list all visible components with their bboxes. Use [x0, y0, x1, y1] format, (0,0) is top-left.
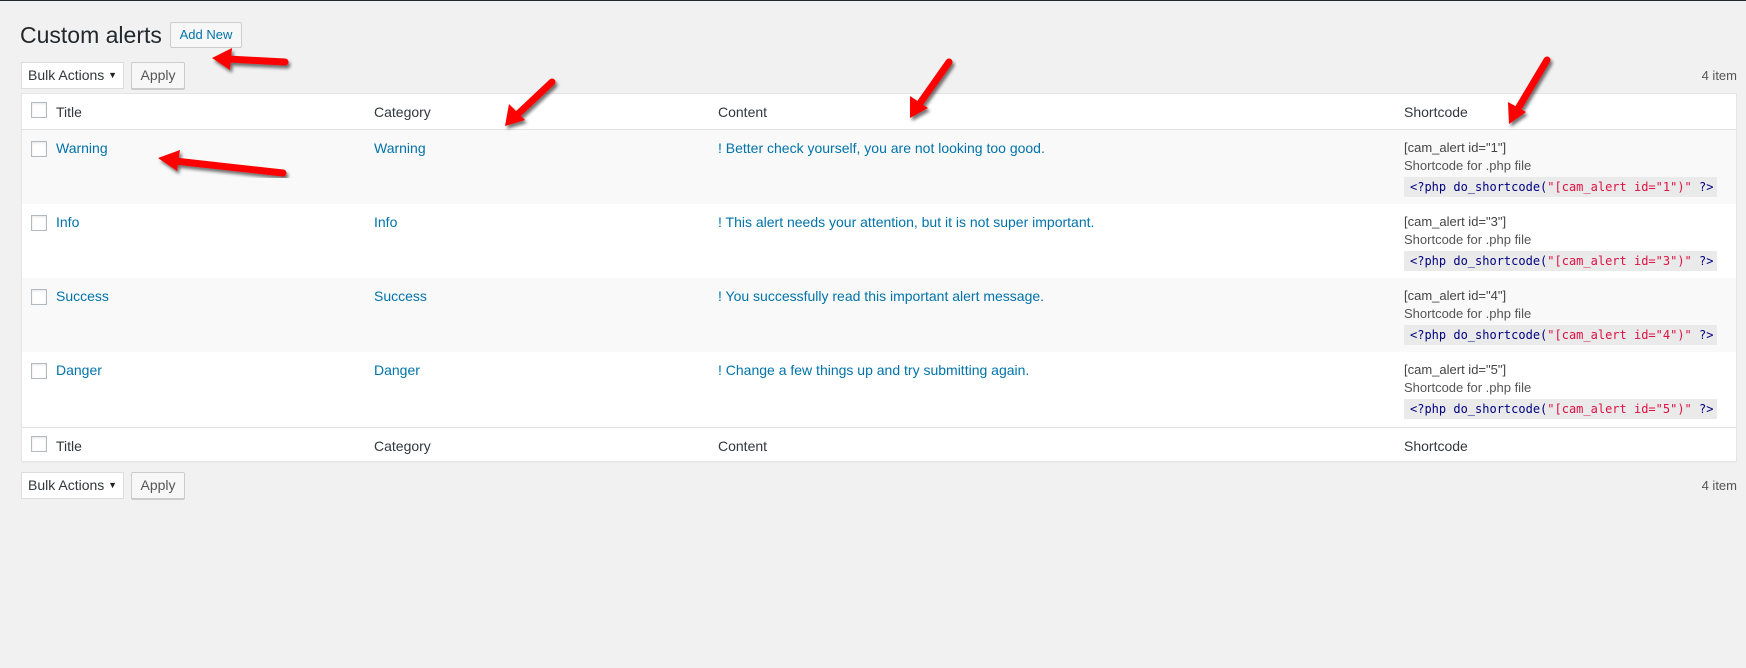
table-header: Title Category Content Shortcode: [22, 94, 1736, 130]
table-row: Info Info ! This alert needs your attentio…: [22, 204, 1736, 278]
row-checkbox[interactable]: [31, 289, 47, 305]
column-footer-title[interactable]: Title: [56, 437, 82, 455]
column-header-category: Category: [374, 104, 431, 120]
row-category-link[interactable]: Success: [374, 287, 427, 305]
alerts-table: Title Category Content Shortcode Warning…: [21, 93, 1737, 462]
dropdown-caret-icon: ▼: [108, 480, 117, 490]
column-footer-content: Content: [718, 438, 768, 454]
php-code-open: <?php do_shortcode(: [1410, 254, 1548, 268]
php-code-close: ?>: [1691, 180, 1714, 194]
row-shortcode-cell: [cam_alert id="1"] Shortcode for .php fil…: [1404, 139, 1718, 197]
item-count-bottom: 4 item: [1701, 478, 1737, 493]
row-shortcode-cell: [cam_alert id="4"] Shortcode for .php fil…: [1404, 287, 1718, 345]
row-title-link[interactable]: Warning: [56, 139, 108, 157]
row-title-link[interactable]: Danger: [56, 361, 102, 379]
php-code-close: ?>: [1691, 254, 1714, 268]
admin-top-bar: [0, 0, 1746, 1]
shortcode-text: [cam_alert id="4"]: [1404, 288, 1507, 303]
php-shortcode-code: <?php do_shortcode("[cam_alert id="5")" …: [1404, 399, 1718, 419]
shortcode-text: [cam_alert id="5"]: [1404, 362, 1507, 377]
dropdown-caret-icon: ▼: [108, 70, 117, 80]
row-content-link[interactable]: ! Better check yourself, you are not loo…: [718, 139, 1045, 157]
row-shortcode-cell: [cam_alert id="5"] Shortcode for .php fil…: [1404, 361, 1718, 419]
php-shortcode-label: Shortcode for .php file: [1404, 380, 1532, 395]
bulk-actions-select[interactable]: Bulk Actions ▼: [21, 62, 124, 89]
row-shortcode-cell: [cam_alert id="3"] Shortcode for .php fil…: [1404, 213, 1718, 271]
table-row: Danger Danger ! Change a few things up and…: [22, 352, 1736, 426]
php-shortcode-code: <?php do_shortcode("[cam_alert id="3")" …: [1404, 251, 1718, 271]
php-shortcode-label: Shortcode for .php file: [1404, 306, 1532, 321]
bulk-actions-selected: Bulk Actions: [28, 67, 105, 83]
php-code-string: "[cam_alert id="5")": [1547, 402, 1692, 416]
column-header-shortcode: Shortcode: [1404, 104, 1468, 120]
tablenav-bottom: Bulk Actions ▼ Apply 4 item: [21, 472, 1737, 500]
row-title-link[interactable]: Success: [56, 287, 109, 305]
table-footer: Title Category Content Shortcode: [22, 427, 1736, 463]
column-footer-shortcode: Shortcode: [1404, 438, 1468, 454]
php-code-string: "[cam_alert id="3")": [1547, 254, 1692, 268]
php-shortcode-code: <?php do_shortcode("[cam_alert id="4")" …: [1404, 325, 1718, 345]
php-code-string: "[cam_alert id="4")": [1547, 328, 1692, 342]
shortcode-text: [cam_alert id="1"]: [1404, 140, 1507, 155]
column-footer-category: Category: [374, 438, 431, 454]
column-header-title[interactable]: Title: [56, 103, 82, 121]
bulk-actions-selected-bottom: Bulk Actions: [28, 477, 105, 493]
php-shortcode-label: Shortcode for .php file: [1404, 158, 1532, 173]
page-title: Custom alerts: [20, 22, 162, 48]
row-content-link[interactable]: ! This alert needs your attention, but i…: [718, 213, 1094, 231]
item-count: 4 item: [1701, 68, 1737, 83]
shortcode-text: [cam_alert id="3"]: [1404, 214, 1507, 229]
row-title-link[interactable]: Info: [56, 213, 79, 231]
bulk-actions-select-bottom[interactable]: Bulk Actions ▼: [21, 472, 124, 499]
php-code-open: <?php do_shortcode(: [1410, 402, 1548, 416]
php-shortcode-label: Shortcode for .php file: [1404, 232, 1532, 247]
row-checkbox[interactable]: [31, 141, 47, 157]
php-code-open: <?php do_shortcode(: [1410, 180, 1548, 194]
row-category-link[interactable]: Info: [374, 213, 397, 231]
add-new-button[interactable]: Add New: [170, 22, 242, 48]
table-row: Success Success ! You successfully read th…: [22, 278, 1736, 352]
php-code-string: "[cam_alert id="1")": [1547, 180, 1692, 194]
row-content-link[interactable]: ! Change a few things up and try submitt…: [718, 361, 1029, 379]
apply-button[interactable]: Apply: [131, 62, 185, 89]
php-shortcode-code: <?php do_shortcode("[cam_alert id="1")" …: [1404, 177, 1718, 197]
row-checkbox[interactable]: [31, 363, 47, 379]
row-category-link[interactable]: Danger: [374, 361, 420, 379]
tablenav-top: Bulk Actions ▼ Apply 4 item: [21, 62, 1737, 90]
column-header-content: Content: [718, 104, 768, 120]
select-all-checkbox-footer[interactable]: [31, 436, 47, 452]
row-category-link[interactable]: Warning: [374, 139, 426, 157]
php-code-close: ?>: [1691, 402, 1714, 416]
row-content-link[interactable]: ! You successfully read this important a…: [718, 287, 1044, 305]
row-checkbox[interactable]: [31, 215, 47, 231]
table-row: Warning Warning ! Better check yourself, y…: [22, 130, 1736, 204]
select-all-checkbox[interactable]: [31, 102, 47, 118]
php-code-open: <?php do_shortcode(: [1410, 328, 1548, 342]
apply-button-bottom[interactable]: Apply: [131, 472, 185, 499]
php-code-close: ?>: [1691, 328, 1714, 342]
